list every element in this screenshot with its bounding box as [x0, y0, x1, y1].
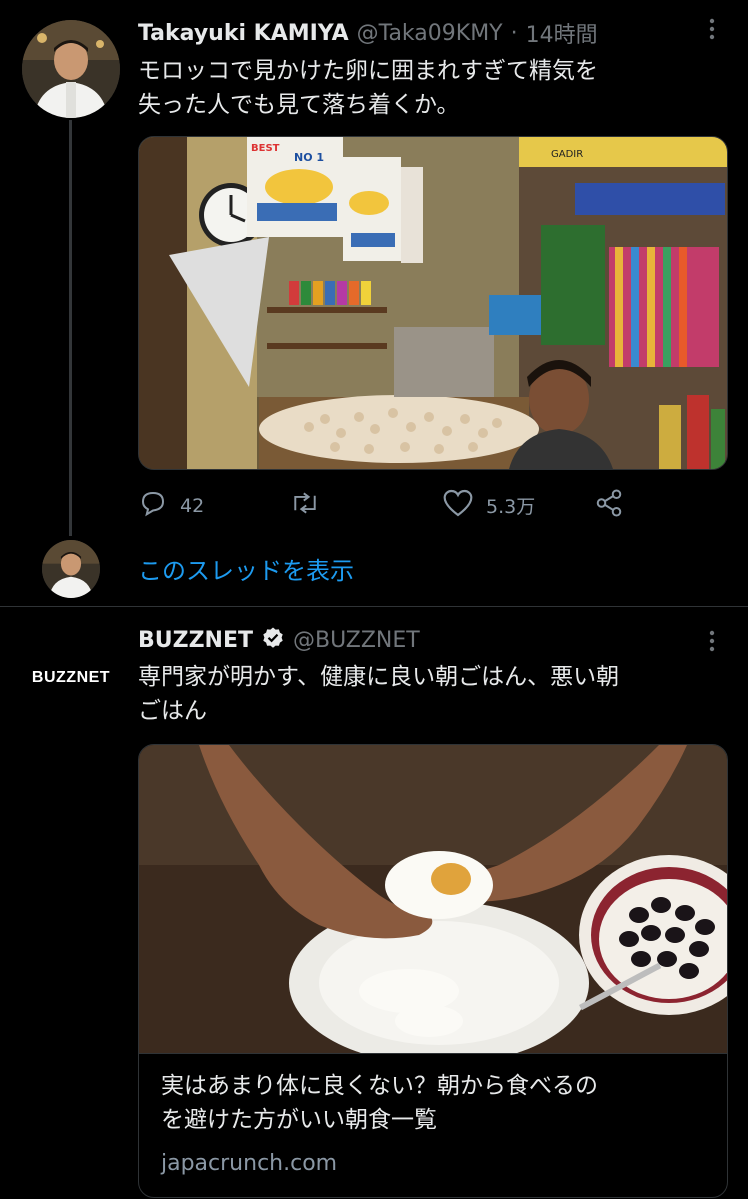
photo-banner: GADIR: [551, 149, 583, 160]
avatar-buzznet[interactable]: BUZZNET: [22, 650, 120, 706]
avatar-takayuki[interactable]: [22, 20, 120, 118]
tweet1-text-line1: モロッコで見かけた卵に囲まれすぎて精気を: [138, 58, 598, 84]
retweet-button[interactable]: [288, 488, 322, 523]
tweet2-author-name[interactable]: BUZZNET: [138, 628, 253, 653]
link-card-title-line2: を避けた方がいい朝食一覧: [161, 1107, 437, 1133]
avatar-takayuki-small[interactable]: [42, 540, 100, 598]
tweet1-author-name[interactable]: Takayuki KAMIYA: [138, 21, 349, 46]
photo-sign-best: BEST: [251, 143, 280, 154]
show-thread-link[interactable]: このスレッドを表示: [138, 551, 354, 586]
link-card-title[interactable]: 実はあまり体に良くない？朝から食べるの を避けた方がいい朝食一覧: [161, 1069, 711, 1137]
share-icon: [594, 489, 624, 523]
reply-button[interactable]: 42: [138, 488, 204, 523]
tweet1-separator: ·: [510, 20, 518, 46]
like-button[interactable]: 5.3万: [442, 488, 535, 523]
link-card-domain: japacrunch.com: [161, 1151, 338, 1176]
reply-count: 42: [180, 494, 205, 517]
verified-badge-icon: [261, 626, 285, 654]
link-card-title-line1: 実はあまり体に良くない？朝から食べるの: [161, 1073, 598, 1099]
tweet-divider: [0, 606, 748, 607]
tweet1-photo[interactable]: BEST NO 1 GADIR: [138, 136, 728, 470]
tweet2-author-handle[interactable]: @BUZZNET: [293, 628, 420, 653]
tweet1-text: モロッコで見かけた卵に囲まれすぎて精気を 失った人でも見て落ち着くか。: [138, 54, 728, 122]
buzznet-logo-text: BUZZNET: [31, 669, 111, 686]
reply-icon: [138, 488, 168, 523]
like-count: 5.3万: [486, 496, 536, 518]
retweet-icon: [288, 492, 322, 523]
tweet1-text-line2: 失った人でも見て落ち着くか。: [138, 92, 460, 118]
more-icon[interactable]: [702, 16, 722, 42]
tweet1-author-handle[interactable]: @Taka09KMY: [357, 21, 503, 46]
like-icon: [442, 488, 474, 523]
more-icon[interactable]: [702, 628, 722, 654]
share-button[interactable]: [594, 488, 624, 523]
link-card[interactable]: 実はあまり体に良くない？朝から食べるの を避けた方がいい朝食一覧 japacru…: [138, 744, 728, 1198]
link-card-image: [139, 745, 727, 1065]
photo-sign-no1: NO 1: [294, 151, 324, 164]
tweet2-text-line1: 専門家が明かす、健康に良い朝ごはん、悪い朝: [138, 664, 620, 690]
tweet2-text: 専門家が明かす、健康に良い朝ごはん、悪い朝 ごはん: [138, 660, 728, 728]
thread-line: [69, 120, 72, 536]
tweet2-text-line2: ごはん: [138, 698, 207, 724]
tweet1-timestamp[interactable]: 14時間: [526, 17, 598, 49]
